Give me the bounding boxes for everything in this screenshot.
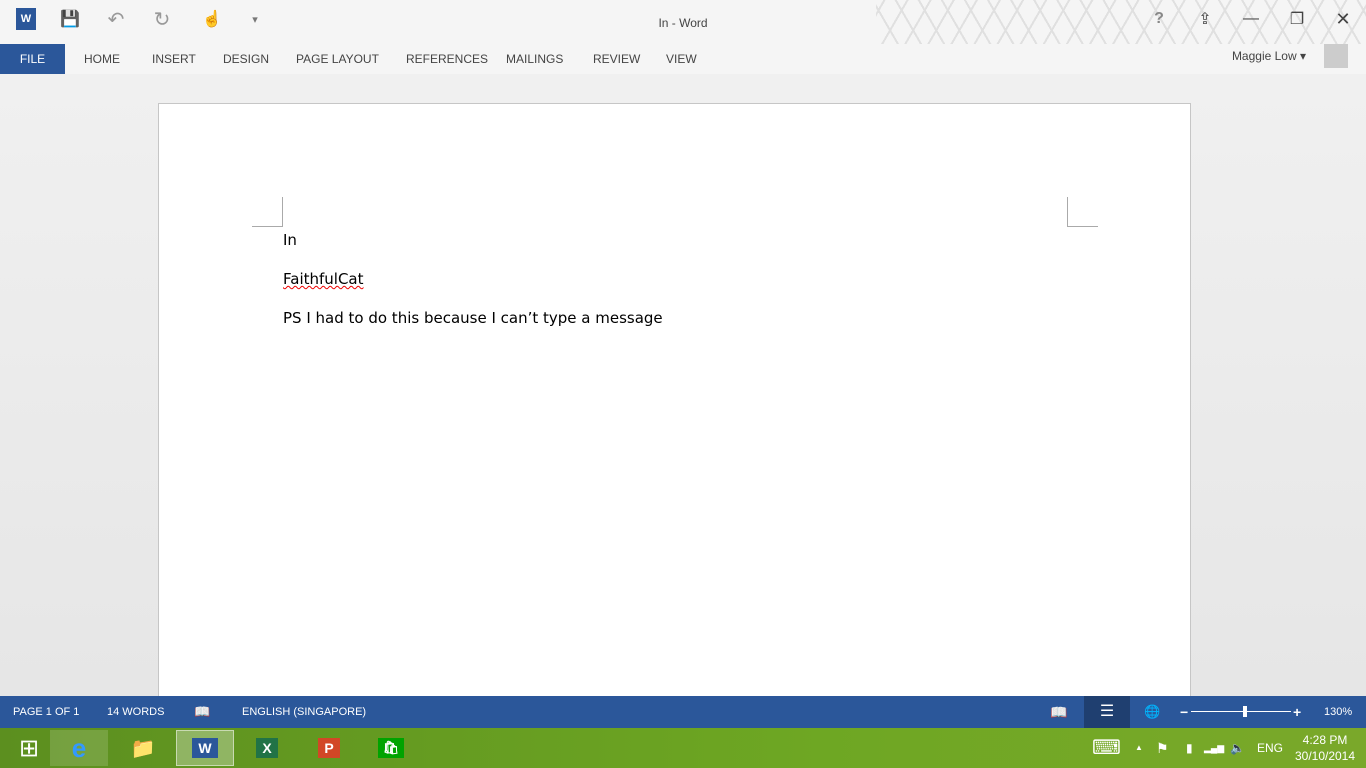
internet-explorer-icon[interactable]: e: [50, 730, 108, 766]
language[interactable]: ENGLISH (SINGAPORE): [242, 696, 366, 728]
store-taskbar-icon[interactable]: 🛍: [362, 730, 420, 766]
file-explorer-icon[interactable]: 📁: [114, 730, 172, 766]
excel-icon: X: [256, 738, 278, 758]
volume-icon[interactable]: 🔈: [1230, 728, 1245, 768]
tab-references[interactable]: REFERENCES: [406, 44, 488, 74]
word-count[interactable]: 14 WORDS: [107, 696, 164, 728]
proofing-icon[interactable]: 📖: [194, 696, 210, 728]
ribbon-display-options-icon[interactable]: ⇪: [1190, 8, 1220, 30]
paragraph[interactable]: In: [283, 231, 297, 249]
word-icon: W: [192, 738, 218, 758]
tab-view[interactable]: VIEW: [666, 44, 697, 74]
time: 4:28 PM: [1302, 733, 1348, 747]
zoom-out-button[interactable]: −: [1180, 696, 1188, 728]
tab-home[interactable]: HOME: [84, 44, 120, 74]
zoom-in-button[interactable]: +: [1293, 696, 1301, 728]
document-page[interactable]: In FaithfulCat PS I had to do this becau…: [158, 103, 1191, 703]
word-taskbar-icon[interactable]: W: [176, 730, 234, 766]
network-icon[interactable]: ▂▄▆: [1204, 728, 1224, 768]
tab-page-layout[interactable]: PAGE LAYOUT: [296, 44, 379, 74]
help-icon[interactable]: ?: [1144, 8, 1174, 30]
status-bar: PAGE 1 OF 1 14 WORDS 📖 ENGLISH (SINGAPOR…: [0, 696, 1366, 728]
paragraph[interactable]: FaithfulCat: [283, 270, 364, 288]
read-mode-icon[interactable]: 📖: [1050, 696, 1067, 728]
page-count[interactable]: PAGE 1 OF 1: [13, 696, 79, 728]
taskbar: ⊞ e 📁 W X P 🛍 ⌨ ▲ ⚑ ▮ ▂▄▆ 🔈 ENG 4:28 PM …: [0, 728, 1366, 768]
tab-design[interactable]: DESIGN: [223, 44, 269, 74]
crop-mark-left: [252, 197, 283, 227]
tab-mailings[interactable]: MAILINGS: [506, 44, 563, 74]
paragraph[interactable]: PS I had to do this because I can’t type…: [283, 309, 663, 327]
minimize-button[interactable]: —: [1236, 8, 1266, 30]
zoom-slider[interactable]: [1191, 706, 1291, 717]
tab-file[interactable]: FILE: [0, 44, 65, 74]
date: 30/10/2014: [1294, 749, 1356, 763]
title-bar: W 💾 ↶ ↻ ☝ ▾ In - Word ? ⇪ — ❐ ✕: [0, 0, 1366, 44]
crop-mark-right: [1067, 197, 1098, 227]
powerpoint-icon: P: [318, 738, 340, 758]
action-center-flag-icon[interactable]: ⚑: [1156, 728, 1169, 768]
battery-icon[interactable]: ▮: [1186, 728, 1193, 768]
show-hidden-icons[interactable]: ▲: [1135, 728, 1143, 768]
avatar[interactable]: [1324, 44, 1348, 68]
zoom-slider-thumb[interactable]: [1243, 706, 1247, 717]
zoom-level[interactable]: 130%: [1324, 696, 1352, 728]
clock[interactable]: 4:28 PM 30/10/2014: [1294, 732, 1356, 764]
tab-insert[interactable]: INSERT: [152, 44, 196, 74]
powerpoint-taskbar-icon[interactable]: P: [300, 730, 358, 766]
print-layout-icon[interactable]: ☰: [1084, 696, 1130, 728]
restore-button[interactable]: ❐: [1282, 8, 1312, 30]
excel-taskbar-icon[interactable]: X: [238, 730, 296, 766]
tab-review[interactable]: REVIEW: [593, 44, 640, 74]
store-icon: 🛍: [377, 738, 405, 758]
touch-keyboard-icon[interactable]: ⌨: [1092, 728, 1121, 768]
web-layout-icon[interactable]: 🌐: [1144, 696, 1160, 728]
ribbon-tabs: FILE HOME INSERT DESIGN PAGE LAYOUT REFE…: [0, 44, 1366, 74]
close-button[interactable]: ✕: [1328, 8, 1358, 30]
input-language[interactable]: ENG: [1257, 728, 1283, 768]
document-area: In FaithfulCat PS I had to do this becau…: [0, 74, 1366, 703]
user-account[interactable]: Maggie Low ▾: [1232, 49, 1306, 63]
